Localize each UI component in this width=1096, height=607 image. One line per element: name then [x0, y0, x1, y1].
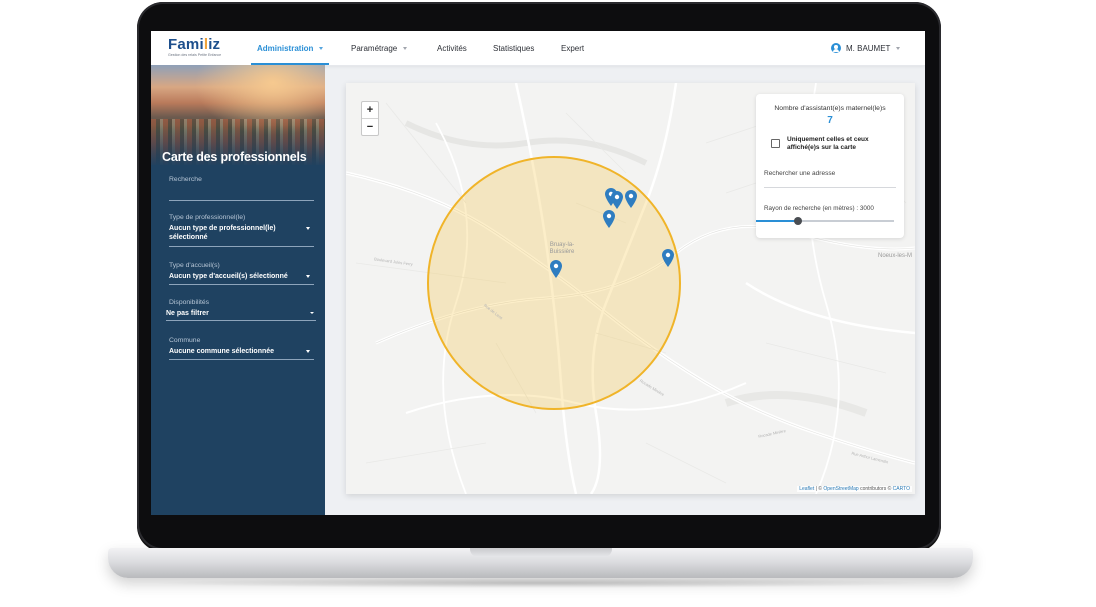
radius-slider-handle[interactable] — [794, 217, 802, 225]
search-label: Recherche — [169, 176, 202, 183]
count-label: Nombre d'assistant(e)s maternel(le)s — [774, 105, 886, 112]
map-marker-pin-icon[interactable] — [550, 260, 562, 278]
top-navigation: Familiz Gestion des relais Petite Enfanc… — [151, 31, 925, 66]
nav-administration[interactable]: Administration — [250, 31, 330, 65]
filter-sidebar: Carte des professionnels Recherche Type … — [151, 65, 325, 515]
nav-parametrage-label: Paramétrage — [351, 43, 398, 53]
place-label: Bruay-la-Buissière — [549, 242, 575, 255]
nav-expert[interactable]: Expert — [561, 31, 584, 65]
radius-label: Rayon de recherche (en mètres) : 3000 — [764, 205, 874, 212]
disponibilites-select[interactable]: Disponibilités Ne pas filtrer — [166, 299, 316, 323]
type-professionnel-value: Aucun type de professionnel(le) sélectio… — [169, 225, 276, 241]
zoom-control: + − — [361, 101, 379, 136]
map-attribution: Leaflet | © OpenStreetMap contributors ©… — [797, 486, 912, 492]
map-marker-pin-icon[interactable] — [662, 249, 674, 267]
professionals-map[interactable]: Boulevard Jules Ferry Rue de Lens Rocade… — [346, 83, 915, 494]
commune-select[interactable]: Commune Aucune commune sélectionnée — [169, 337, 314, 361]
app-screen: Familiz Gestion des relais Petite Enfanc… — [151, 31, 925, 515]
type-professionnel-select[interactable]: Type de professionnel(le) Aucun type de … — [169, 214, 314, 248]
user-circle-icon — [831, 43, 841, 53]
commune-value: Aucune commune sélectionnée — [169, 348, 275, 355]
map-marker-pin-icon[interactable] — [625, 190, 637, 208]
nav-activites[interactable]: Activités — [437, 31, 467, 65]
zoom-in-button[interactable]: + — [362, 102, 378, 118]
page-title: Carte des professionnels — [162, 150, 307, 164]
commune-label: Commune — [169, 337, 201, 344]
address-search-input[interactable]: Rechercher une adresse — [764, 170, 896, 188]
user-name: M. BAUMET — [846, 43, 891, 53]
visible-only-checkbox[interactable] — [771, 139, 780, 148]
chevron-down-icon — [896, 46, 901, 50]
carto-link[interactable]: CARTO — [893, 486, 910, 492]
place-label-edge: Noeux-les-M — [878, 253, 913, 259]
disponibilites-label: Disponibilités — [169, 299, 210, 306]
user-menu[interactable]: M. BAUMET — [831, 31, 901, 65]
logo-wordmark: Familiz — [168, 36, 221, 53]
map-marker-pin-icon[interactable] — [603, 210, 615, 228]
chevron-down-icon — [403, 46, 408, 50]
nav-administration-label: Administration — [257, 43, 314, 53]
openstreetmap-link[interactable]: OpenStreetMap — [823, 486, 858, 492]
search-field[interactable]: Recherche — [169, 176, 314, 202]
type-professionnel-label: Type de professionnel(le) — [169, 214, 246, 221]
map-control-panel: Nombre d'assistant(e)s maternel(le)s 7 U… — [756, 94, 904, 238]
chevron-down-icon — [306, 227, 310, 230]
nav-statistiques-label: Statistiques — [493, 43, 535, 53]
radius-slider-fill — [756, 220, 799, 222]
type-accueil-label: Type d'accueil(s) — [169, 262, 220, 269]
logo-tagline: Gestion des relais Petite Enfance — [168, 53, 222, 57]
nav-parametrage[interactable]: Paramétrage — [351, 31, 408, 65]
visible-only-label[interactable]: Uniquement celles et ceux affiché(e)s su… — [787, 136, 897, 152]
laptop-notch — [470, 548, 612, 557]
type-accueil-select[interactable]: Type d'accueil(s) Aucun type d'accueil(s… — [169, 262, 314, 286]
familiz-logo[interactable]: Familiz Gestion des relais Petite Enfanc… — [168, 37, 221, 57]
nav-activites-label: Activités — [437, 43, 467, 53]
nav-expert-label: Expert — [561, 43, 585, 53]
nav-statistiques[interactable]: Statistiques — [493, 31, 534, 65]
chevron-down-icon — [306, 350, 310, 353]
chevron-down-icon — [319, 46, 324, 50]
laptop-shadow — [150, 578, 935, 588]
leaflet-link[interactable]: Leaflet — [799, 486, 814, 492]
assistant-count: 7 — [827, 115, 833, 126]
map-marker-pin-icon[interactable] — [611, 191, 623, 209]
disponibilites-value: Ne pas filtrer — [166, 310, 209, 317]
chevron-down-icon — [306, 275, 310, 278]
chevron-down-icon — [310, 312, 314, 314]
type-accueil-value: Aucun type d'accueil(s) sélectionné — [169, 273, 288, 280]
zoom-out-button[interactable]: − — [362, 118, 378, 135]
